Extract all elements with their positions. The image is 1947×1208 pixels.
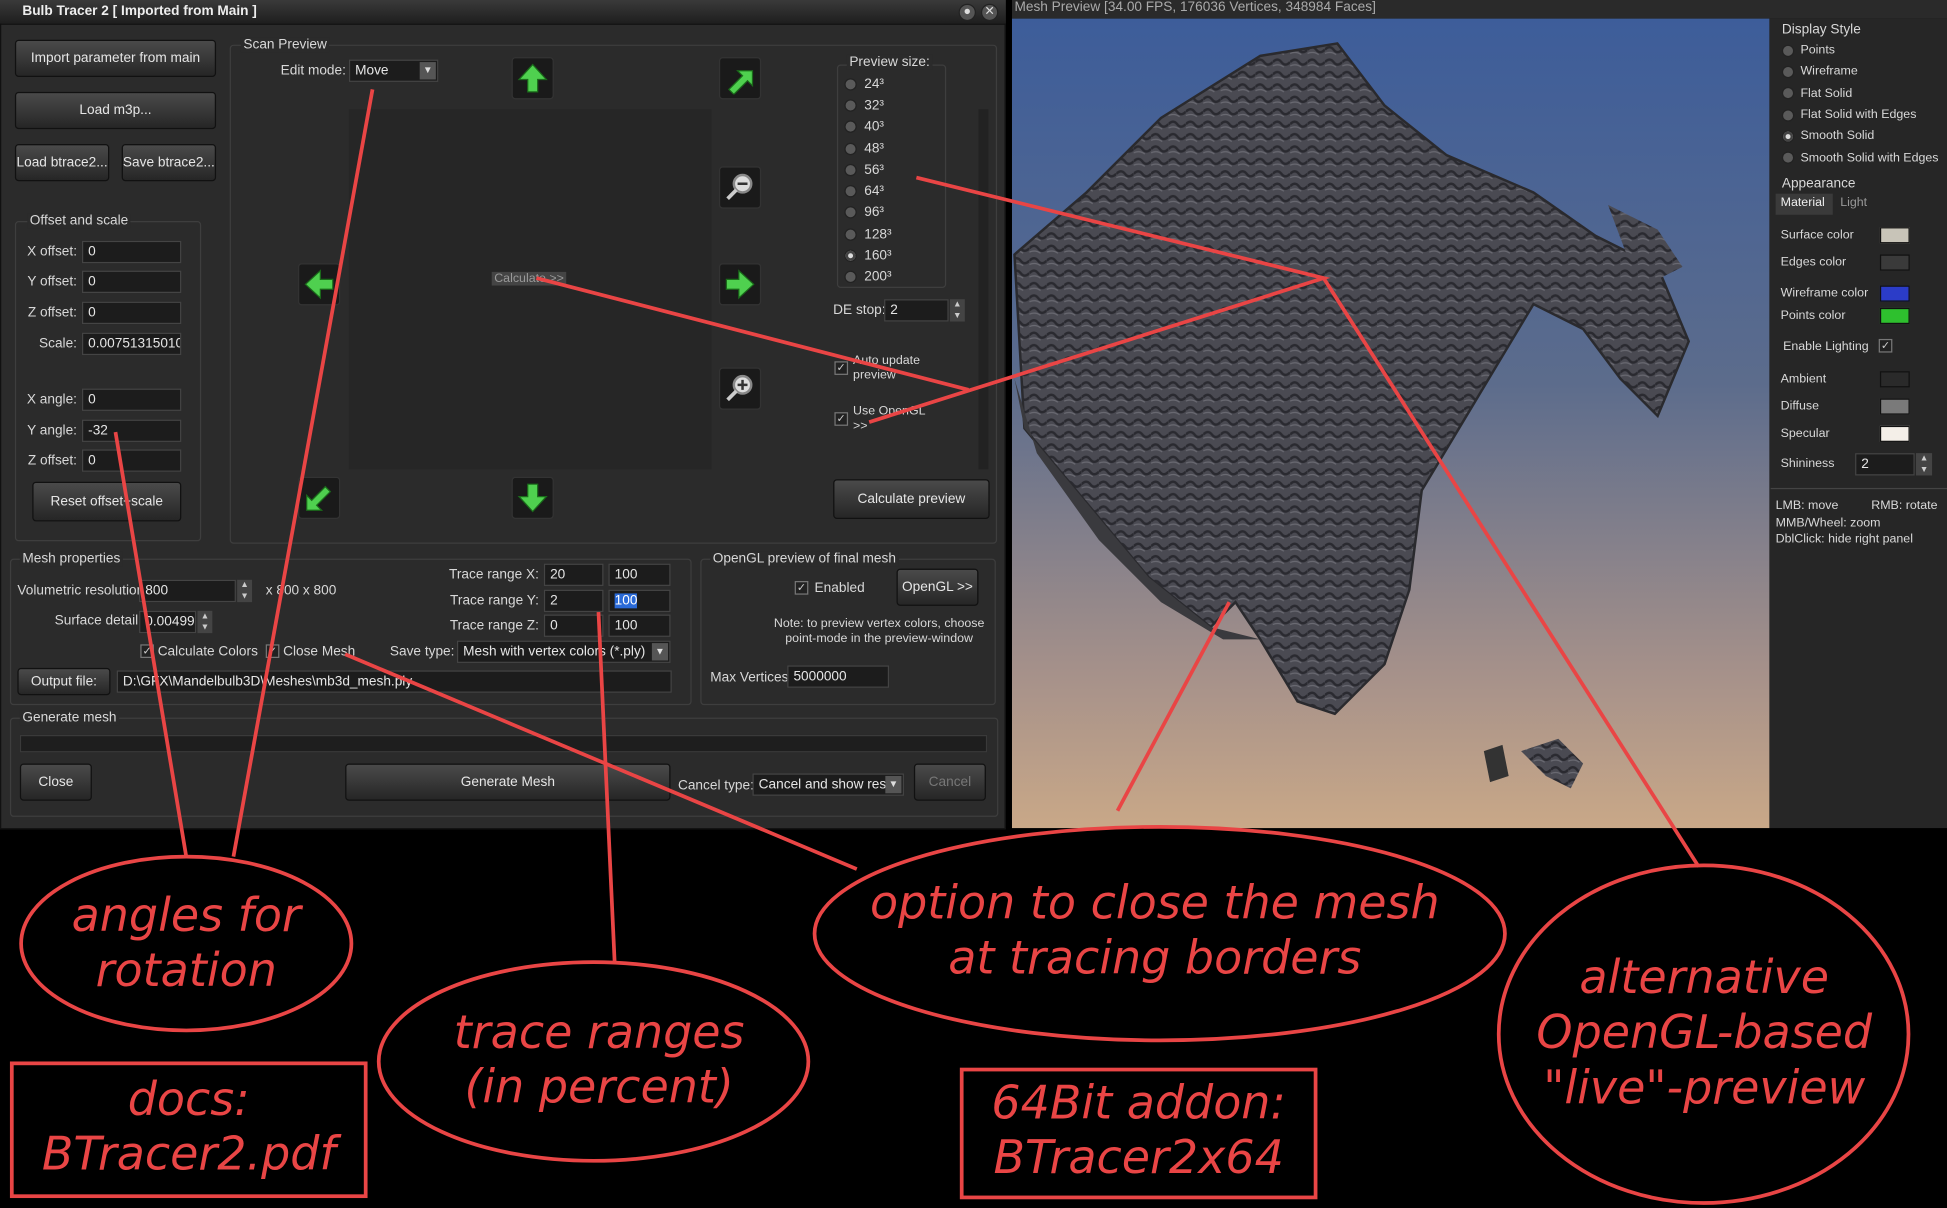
annotation-closemesh: option to close the mesh at tracing borde…	[820, 876, 1491, 986]
annotation-trace: trace ranges (in percent)	[385, 1006, 813, 1116]
annotation-docs-line2: BTracer2.pdf	[41, 1127, 336, 1182]
annotation-trace-line1: trace ranges	[453, 1005, 745, 1059]
annotation-addon: 64Bit addon: BTracer2x64	[959, 1067, 1318, 1200]
annotation-addon-line2: BTracer2x64	[993, 1131, 1284, 1185]
pointer-line-yangle	[113, 431, 189, 857]
annotation-live-line3: "live"-preview	[1543, 1061, 1866, 1115]
annotation-angles: angles for rotation	[25, 889, 348, 999]
annotation-angles-line1: angles for	[71, 888, 301, 943]
pointer-line-live	[1322, 277, 1701, 868]
annotation-live: alternative OpenGL-based "live"-preview	[1502, 951, 1906, 1116]
annotation-closemesh-line1: option to close the mesh	[869, 876, 1440, 930]
annotation-live-line1: alternative	[1579, 950, 1830, 1005]
pointer-line-calc	[535, 276, 969, 392]
pointer-line-preview-size	[868, 175, 1331, 424]
pointer-line-editmode	[231, 89, 375, 857]
annotation-docs-line1: docs:	[127, 1072, 250, 1127]
annotation-addon-line1: 64Bit addon:	[991, 1076, 1286, 1130]
annotation-angles-line2: rotation	[95, 944, 277, 998]
annotation-closemesh-line2: at tracing borders	[948, 931, 1362, 985]
annotation-trace-line2: (in percent)	[464, 1060, 734, 1115]
pointer-line-mesh	[1115, 601, 1231, 812]
annotation-live-line2: OpenGL-based	[1536, 1006, 1873, 1060]
pointer-line-trace	[596, 611, 617, 963]
annotation-docs: docs: BTracer2.pdf	[9, 1061, 368, 1199]
